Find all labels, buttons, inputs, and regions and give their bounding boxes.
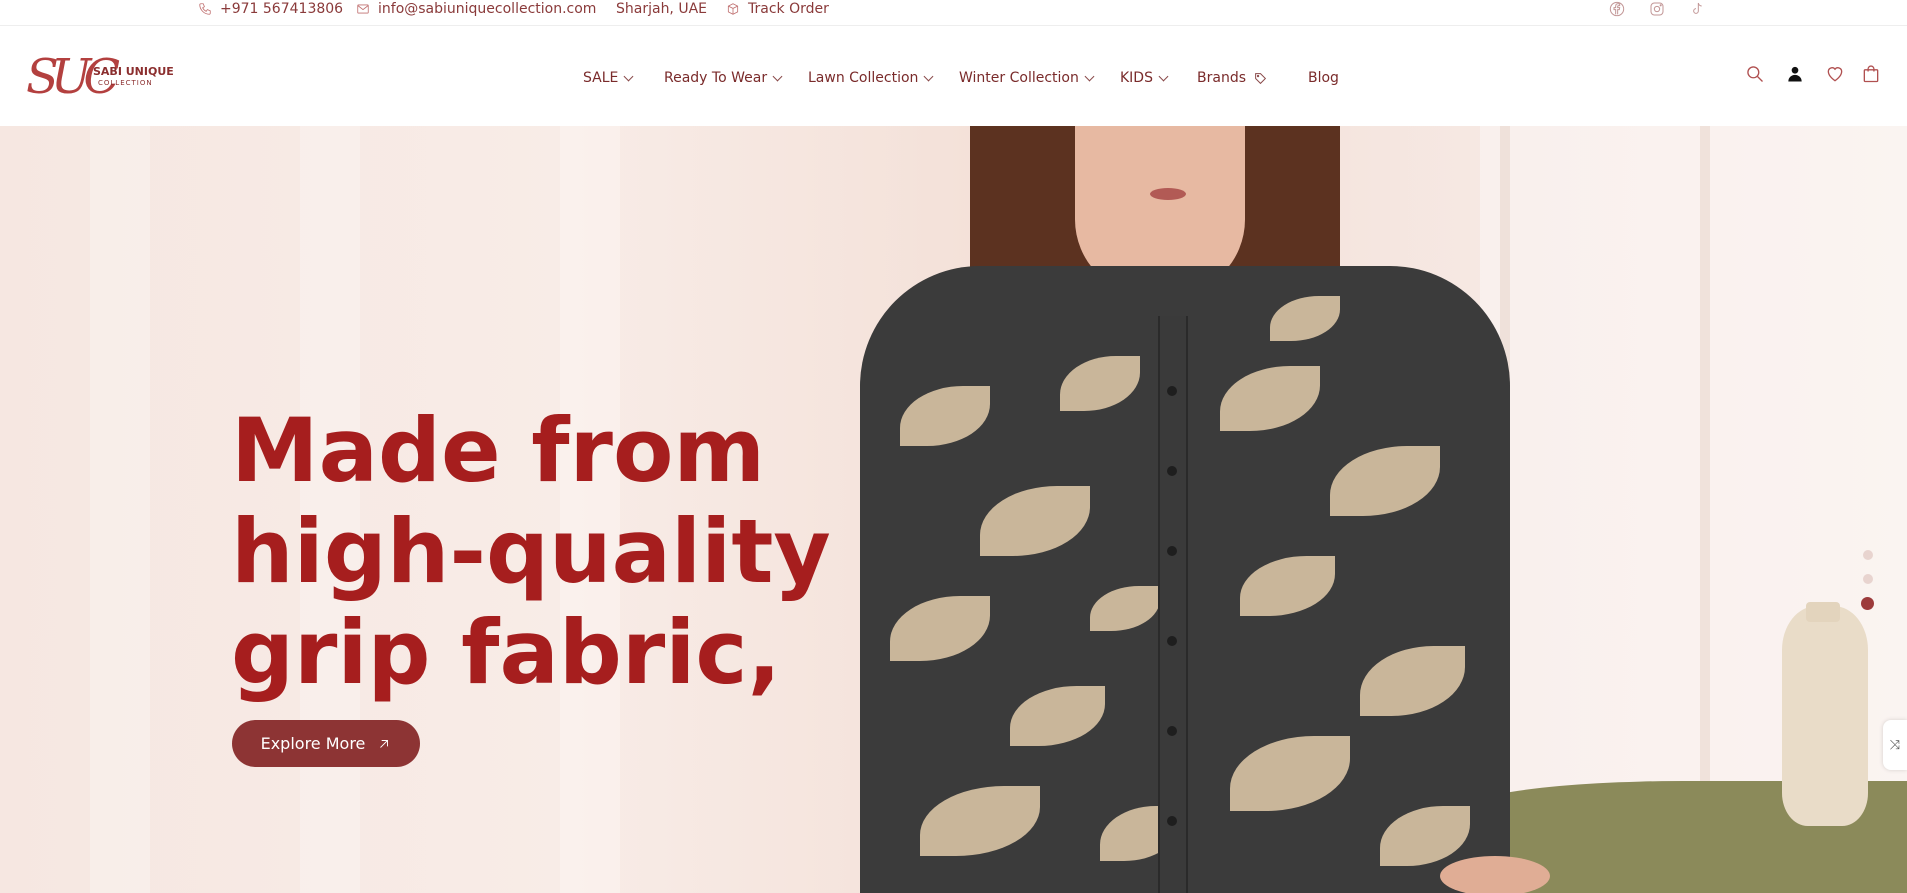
headline-line: grip fabric, (231, 601, 781, 704)
nav-item-brands[interactable]: Brands (1197, 68, 1267, 88)
leaf-print (890, 596, 990, 661)
phone-contact[interactable]: +971 567413806 (198, 0, 343, 17)
nav-item-ready-to-wear[interactable]: Ready To Wear (664, 68, 783, 88)
chevron-down-icon (1084, 71, 1095, 81)
tiktok-icon[interactable] (1688, 0, 1705, 17)
track-order-link[interactable]: Track Order (726, 0, 829, 17)
curtain-fold (90, 126, 150, 893)
heart-icon[interactable] (1824, 63, 1846, 85)
nav-item-blog[interactable]: Blog (1308, 68, 1339, 88)
nav-item-sale[interactable]: SALE (583, 68, 634, 88)
headline-line: high-quality (231, 500, 831, 603)
track-order-label: Track Order (748, 0, 829, 17)
location-text: Sharjah, UAE (616, 0, 708, 17)
facebook-icon[interactable] (1608, 0, 1625, 17)
shirt-button (1167, 466, 1177, 476)
leaf-print (1230, 736, 1350, 811)
hero-headline: Made from high-quality grip fabric, (231, 400, 851, 703)
nav-item-kids[interactable]: KIDS (1120, 68, 1169, 88)
leaf-print (1270, 296, 1340, 341)
window-frame (1700, 126, 1710, 893)
email-contact[interactable]: info@sabiuniquecollection.com (356, 0, 596, 17)
email-address: info@sabiuniquecollection.com (378, 0, 597, 17)
nav-label: Ready To Wear (664, 70, 768, 86)
nav-label: Lawn Collection (808, 70, 919, 86)
search-icon[interactable] (1744, 63, 1766, 85)
shirt-button (1167, 726, 1177, 736)
leaf-print (1010, 686, 1105, 746)
leaf-print (1380, 806, 1470, 866)
tag-icon (1255, 72, 1267, 84)
shirt-button (1167, 386, 1177, 396)
chevron-down-icon (623, 71, 634, 81)
nav-label: Winter Collection (959, 70, 1079, 86)
leaf-print (1090, 586, 1160, 631)
nav-label: KIDS (1120, 70, 1153, 86)
leaf-print (920, 786, 1040, 856)
site-logo[interactable]: SUC SABI UNIQUE COLLECTION (26, 47, 176, 107)
explore-more-label: Explore More (260, 734, 366, 753)
nav-label: Brands (1197, 70, 1246, 86)
logo-subtitle: COLLECTION (98, 79, 153, 87)
phone-icon (199, 2, 211, 15)
box-icon (727, 2, 739, 15)
leaf-print (1330, 446, 1440, 516)
leaf-print (1240, 556, 1335, 616)
slide-dot-2[interactable] (1863, 574, 1873, 584)
logo-name: SABI UNIQUE (93, 65, 174, 78)
nav-item-winter-collection[interactable]: Winter Collection (959, 68, 1095, 88)
slide-dot-1[interactable] (1863, 550, 1873, 560)
vase-neck (1806, 602, 1840, 622)
shirt-placket (1158, 316, 1188, 893)
shirt-button (1167, 546, 1177, 556)
slide-dot-3[interactable] (1861, 597, 1874, 610)
headline-line: Made from (231, 399, 766, 502)
shirt-button (1167, 816, 1177, 826)
model-hand (1440, 856, 1550, 893)
nav-label: SALE (583, 70, 619, 86)
chevron-down-icon (923, 71, 934, 81)
model-lips (1150, 188, 1186, 200)
leaf-print (1220, 366, 1320, 431)
leaf-print (1060, 356, 1140, 411)
slider-pagination (1860, 550, 1876, 620)
main-header: SUC SABI UNIQUE COLLECTION SALE Ready To… (0, 27, 1907, 126)
logo-monogram: SUC (26, 49, 120, 105)
nav-item-lawn-collection[interactable]: Lawn Collection (808, 68, 934, 88)
chevron-down-icon (1158, 71, 1169, 81)
leaf-print (900, 386, 990, 446)
shirt-button (1167, 636, 1177, 646)
leaf-print (1360, 646, 1465, 716)
compare-icon: ⤨ (1889, 737, 1901, 753)
user-icon[interactable] (1784, 63, 1806, 85)
location: Sharjah, UAE (616, 0, 707, 17)
explore-more-button[interactable]: Explore More (232, 720, 420, 767)
phone-number: +971 567413806 (220, 0, 344, 17)
chevron-down-icon (772, 71, 783, 81)
top-info-bar: +971 567413806 info@sabiuniquecollection… (0, 0, 1907, 26)
nav-label: Blog (1308, 70, 1339, 86)
vase-image (1782, 606, 1868, 826)
bag-icon[interactable] (1860, 63, 1882, 85)
instagram-icon[interactable] (1648, 0, 1665, 17)
arrow-up-right-icon (380, 739, 389, 748)
leaf-print (980, 486, 1090, 556)
side-compare-tab[interactable]: ⤨ (1883, 720, 1907, 770)
mail-icon (357, 4, 369, 13)
